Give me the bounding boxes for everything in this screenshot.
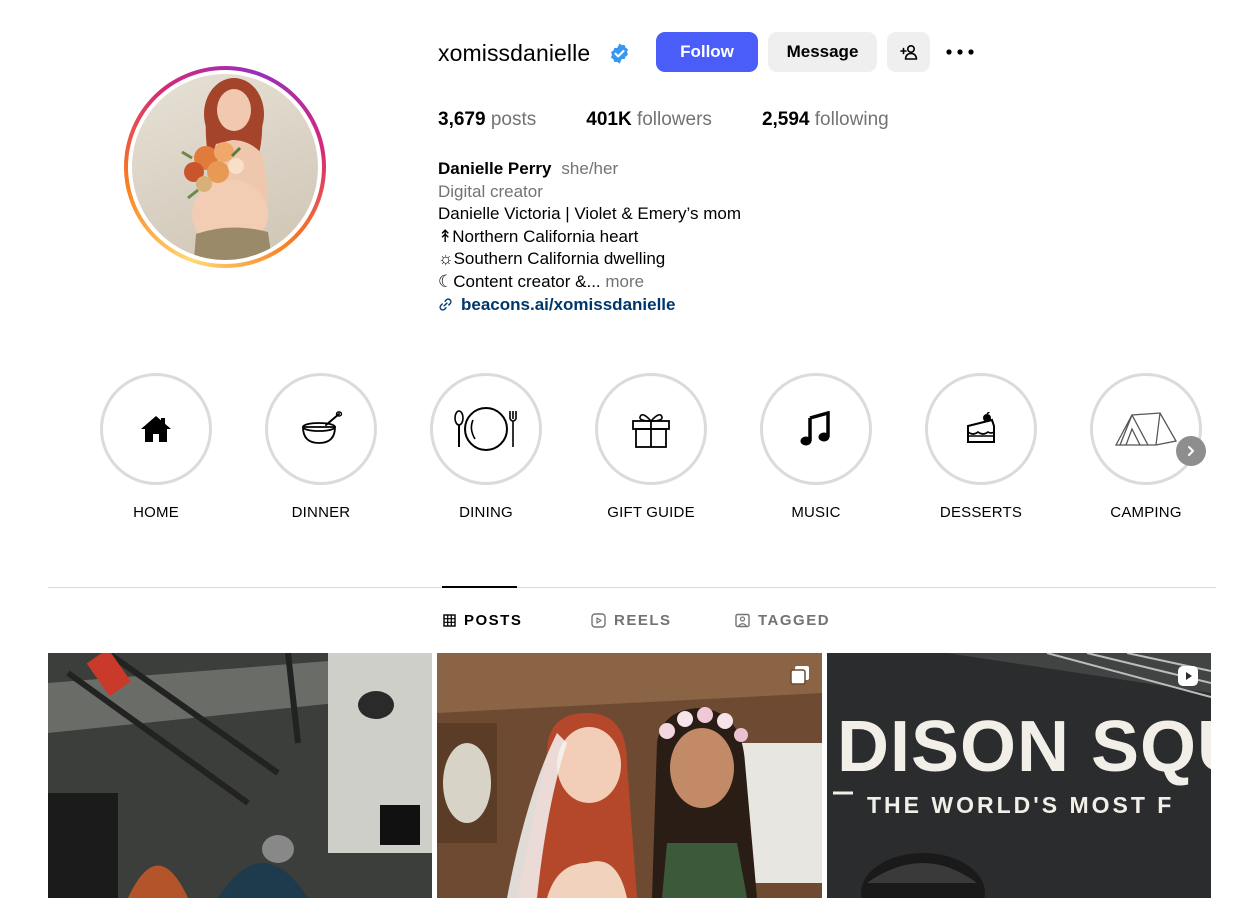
highlight-label: HOME bbox=[133, 504, 179, 521]
stat-followers-label: followers bbox=[636, 109, 712, 130]
tab-tagged[interactable]: TAGGED bbox=[735, 612, 830, 629]
highlight-dinner[interactable]: DINNER bbox=[256, 373, 386, 521]
bio-category: Digital creator bbox=[438, 181, 543, 201]
stat-followers[interactable]: 401K followers bbox=[586, 109, 712, 131]
add-person-icon bbox=[899, 44, 917, 60]
verified-badge-icon bbox=[611, 43, 628, 64]
highlights-next-button[interactable] bbox=[1176, 436, 1206, 466]
gift-icon bbox=[632, 413, 670, 448]
carousel-badge-icon bbox=[790, 666, 809, 685]
post-image-warehouse bbox=[48, 653, 432, 898]
bio-line: ☼Southern California dwelling bbox=[438, 249, 666, 269]
bio-full-name: Danielle Perry bbox=[438, 159, 552, 178]
profile-bio: Danielle Perry she/her Digital creator Da… bbox=[438, 158, 741, 316]
post-thumbnail[interactable] bbox=[48, 653, 432, 898]
tent-icon bbox=[1114, 412, 1178, 446]
reels-icon bbox=[591, 613, 606, 628]
highlight-label: MUSIC bbox=[791, 504, 841, 521]
stat-posts-value: 3,679 bbox=[438, 109, 486, 130]
ellipsis-icon bbox=[946, 49, 974, 55]
highlight-cover bbox=[430, 373, 542, 485]
bio-line: ☾Content creator &... bbox=[438, 271, 601, 291]
post-thumbnail[interactable]: DISON SQUA THE WORLD'S MOST F bbox=[827, 653, 1211, 898]
music-note-icon bbox=[800, 411, 830, 446]
sign-text: DISON SQUA bbox=[837, 707, 1211, 787]
stat-posts-label: posts bbox=[490, 109, 537, 130]
profile-username: xomissdanielle bbox=[438, 40, 591, 66]
highlight-music[interactable]: MUSIC bbox=[751, 373, 881, 521]
tabs-divider bbox=[48, 587, 1216, 588]
tab-label: TAGGED bbox=[758, 612, 831, 629]
highlight-cover bbox=[100, 373, 212, 485]
profile-avatar[interactable] bbox=[124, 66, 326, 268]
profile-stats: 3,679 posts 401K followers 2,594 followi… bbox=[438, 109, 939, 131]
stat-following-value: 2,594 bbox=[761, 109, 810, 130]
stat-following-label: following bbox=[814, 109, 889, 130]
suggest-user-button[interactable] bbox=[887, 32, 930, 72]
link-icon bbox=[439, 298, 452, 311]
tab-reels[interactable]: REELS bbox=[591, 612, 672, 629]
highlight-dining[interactable]: DINING bbox=[421, 373, 551, 521]
post-image-arena-sign: DISON SQUA THE WORLD'S MOST F bbox=[827, 653, 1211, 898]
highlight-cover bbox=[760, 373, 872, 485]
highlight-cover bbox=[925, 373, 1037, 485]
bio-link-text: beacons.ai/xomissdanielle bbox=[461, 294, 676, 314]
stat-followers-value: 401K bbox=[586, 109, 632, 130]
carousel-icon bbox=[790, 665, 810, 690]
cake-icon bbox=[967, 412, 995, 443]
highlight-desserts[interactable]: DESSERTS bbox=[916, 373, 1046, 521]
highlight-gift-guide[interactable]: GIFT GUIDE bbox=[586, 373, 716, 521]
reel-badge-icon bbox=[1178, 666, 1198, 686]
chevron-right-icon bbox=[1188, 446, 1194, 456]
highlight-label: DESSERTS bbox=[939, 504, 1023, 521]
highlight-cover bbox=[1090, 373, 1202, 485]
bio-line: Danielle Victoria | Violet & Emery’s mom bbox=[438, 204, 741, 224]
message-button[interactable]: Message bbox=[768, 32, 877, 72]
stat-posts: 3,679 posts bbox=[438, 109, 536, 131]
highlight-home[interactable]: HOME bbox=[91, 373, 221, 521]
bio-external-link[interactable]: beacons.ai/xomissdanielle bbox=[438, 294, 741, 317]
house-icon bbox=[141, 416, 171, 442]
avatar-inner bbox=[128, 70, 322, 264]
avatar-photo bbox=[132, 74, 318, 260]
tab-active-indicator bbox=[442, 586, 517, 588]
bio-pronouns: she/her bbox=[561, 159, 619, 178]
tab-label: POSTS bbox=[464, 612, 523, 629]
post-image-wedding bbox=[437, 653, 822, 898]
highlight-label: CAMPING bbox=[1110, 504, 1182, 521]
reel-icon bbox=[1177, 665, 1199, 692]
post-thumbnail[interactable] bbox=[437, 653, 822, 898]
tagged-icon bbox=[735, 613, 750, 628]
plate-icon bbox=[454, 407, 517, 451]
highlight-cover bbox=[265, 373, 377, 485]
bio-last-line-row: ☾Content creator &... more bbox=[438, 271, 741, 294]
highlight-cover bbox=[595, 373, 707, 485]
stat-following[interactable]: 2,594 following bbox=[762, 109, 889, 131]
bowl-icon bbox=[302, 411, 343, 444]
avatar-illustration bbox=[181, 78, 272, 260]
bio-more-link[interactable]: more bbox=[605, 272, 644, 291]
bio-name-row: Danielle Perry she/her bbox=[438, 158, 741, 181]
highlight-label: GIFT GUIDE bbox=[607, 504, 695, 521]
tab-posts[interactable]: POSTS bbox=[443, 612, 522, 629]
highlight-label: DINNER bbox=[291, 504, 351, 521]
tab-label: REELS bbox=[614, 612, 672, 629]
follow-button[interactable]: Follow bbox=[656, 32, 758, 72]
more-options-button[interactable] bbox=[940, 32, 980, 72]
highlight-label: DINING bbox=[459, 504, 513, 521]
bio-line: ↟Northern California heart bbox=[438, 226, 639, 246]
sign-subtext: THE WORLD'S MOST F bbox=[867, 792, 1174, 818]
grid-icon bbox=[443, 614, 456, 627]
